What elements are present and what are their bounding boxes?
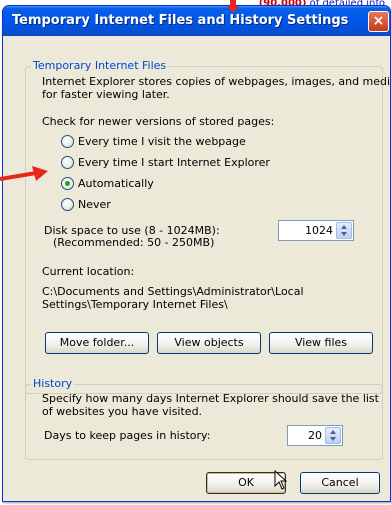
history-legend: History bbox=[31, 377, 75, 390]
spin-arrows-icon[interactable] bbox=[336, 222, 352, 239]
radio-button-checked[interactable] bbox=[61, 177, 74, 190]
temp-files-description-1: Internet Explorer stores copies of webpa… bbox=[42, 75, 391, 88]
current-location-path-2: Settings\Temporary Internet Files\ bbox=[42, 298, 228, 311]
days-to-keep-label: Days to keep pages in history: bbox=[44, 429, 211, 442]
view-objects-button[interactable]: View objects bbox=[157, 332, 261, 354]
radio-button[interactable] bbox=[61, 198, 74, 211]
check-versions-label: Check for newer versions of stored pages… bbox=[42, 115, 275, 128]
radio-automatically[interactable]: Automatically bbox=[61, 176, 154, 191]
radio-button[interactable] bbox=[61, 135, 74, 148]
radio-label: Every time I visit the webpage bbox=[78, 135, 246, 148]
radio-every-visit[interactable]: Every time I visit the webpage bbox=[61, 134, 246, 149]
disk-space-recommended: (Recommended: 50 - 250MB) bbox=[53, 236, 215, 249]
close-icon: × bbox=[372, 13, 385, 29]
temp-files-legend: Temporary Internet Files bbox=[31, 59, 169, 72]
title-bar[interactable]: Temporary Internet Files and History Set… bbox=[3, 6, 390, 36]
radio-label: Every time I start Internet Explorer bbox=[78, 156, 270, 169]
annotation-arrow-right-icon bbox=[0, 166, 48, 181]
disk-space-stepper[interactable]: 1024 bbox=[278, 220, 354, 241]
history-days-stepper[interactable]: 20 bbox=[287, 425, 343, 446]
history-days-value: 20 bbox=[308, 429, 322, 442]
radio-button[interactable] bbox=[61, 156, 74, 169]
current-location-label: Current location: bbox=[42, 265, 135, 278]
mouse-cursor-icon bbox=[274, 470, 288, 490]
disk-space-value: 1024 bbox=[305, 224, 333, 237]
settings-dialog: Temporary Internet Files and History Set… bbox=[2, 5, 391, 502]
radio-every-start[interactable]: Every time I start Internet Explorer bbox=[61, 155, 270, 170]
view-files-button[interactable]: View files bbox=[269, 332, 373, 354]
cancel-button[interactable]: Cancel bbox=[300, 472, 380, 494]
temp-files-description-2: for faster viewing later. bbox=[42, 88, 170, 101]
window-title: Temporary Internet Files and History Set… bbox=[12, 13, 349, 28]
radio-never[interactable]: Never bbox=[61, 197, 111, 212]
dialog-body: Temporary Internet Files Internet Explor… bbox=[3, 36, 391, 502]
spin-arrows-icon[interactable] bbox=[325, 427, 341, 444]
radio-label: Automatically bbox=[78, 177, 154, 190]
current-location-path-1: C:\Documents and Settings\Administrator\… bbox=[42, 285, 304, 298]
move-folder-button[interactable]: Move folder... bbox=[45, 332, 149, 354]
history-description-2: of websites you have visited. bbox=[42, 405, 203, 418]
close-button[interactable]: × bbox=[368, 11, 389, 32]
annotation-arrow-down-icon bbox=[227, 0, 239, 13]
radio-label: Never bbox=[78, 198, 111, 211]
history-description-1: Specify how many days Internet Explorer … bbox=[42, 392, 379, 405]
